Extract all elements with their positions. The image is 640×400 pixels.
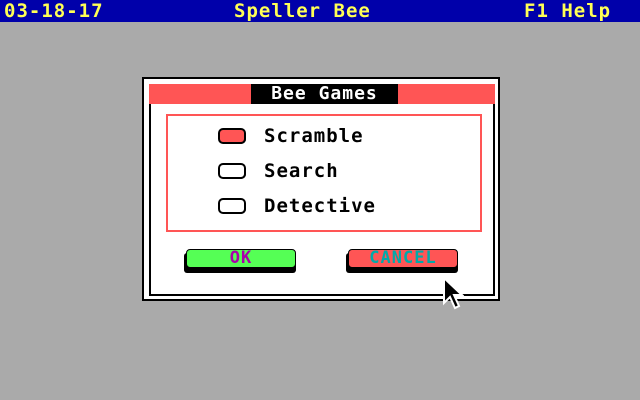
option-label: Detective xyxy=(264,195,376,217)
dialog-title: Bee Games xyxy=(251,84,398,104)
radio-face xyxy=(218,198,246,214)
desktop-screen: 03-18-17 Speller Bee F1 Help Bee Games S… xyxy=(0,0,640,400)
radio-button-icon[interactable] xyxy=(218,163,246,179)
bee-games-dialog: Bee Games Scramble Search Detective OK C… xyxy=(142,77,500,301)
ok-button[interactable]: OK xyxy=(184,249,298,273)
option-label: Scramble xyxy=(264,125,364,147)
app-title: Speller Bee xyxy=(234,0,371,22)
dialog-titlebar: Bee Games xyxy=(149,84,495,104)
option-label: Search xyxy=(264,160,339,182)
radio-button-icon[interactable] xyxy=(218,128,246,144)
mouse-pointer-icon xyxy=(443,277,464,310)
help-hint[interactable]: F1 Help xyxy=(524,0,611,22)
date-display: 03-18-17 xyxy=(4,0,104,22)
ok-button-label: OK xyxy=(186,249,296,268)
radio-face xyxy=(218,128,246,144)
option-search[interactable]: Search xyxy=(218,159,448,183)
cancel-button-label: CANCEL xyxy=(348,249,458,268)
radio-face xyxy=(218,163,246,179)
top-status-bar: 03-18-17 Speller Bee F1 Help xyxy=(0,0,640,22)
option-detective[interactable]: Detective xyxy=(218,194,448,218)
cancel-button[interactable]: CANCEL xyxy=(346,249,460,273)
dialog-body: Bee Games Scramble Search Detective OK C… xyxy=(144,79,498,299)
radio-button-icon[interactable] xyxy=(218,198,246,214)
option-scramble[interactable]: Scramble xyxy=(218,124,448,148)
